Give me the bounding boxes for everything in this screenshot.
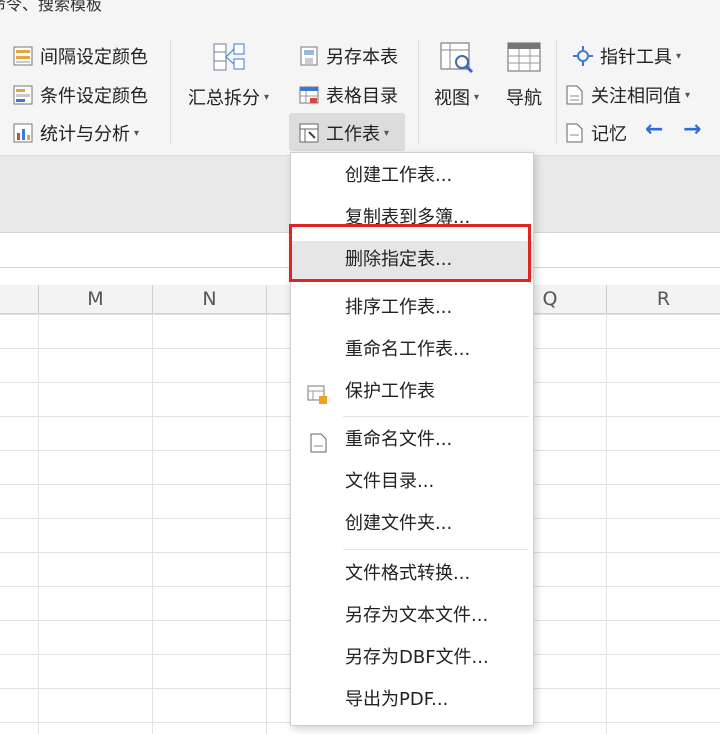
condition-color-label: 条件设定颜色 bbox=[40, 86, 148, 107]
same-value-icon bbox=[563, 84, 585, 106]
worksheet-button[interactable]: 工作表 ▾ bbox=[298, 120, 389, 146]
view-icon bbox=[438, 40, 476, 74]
menu-item-save-as-dbf[interactable]: 另存为DBF文件... bbox=[291, 639, 533, 677]
grid-line bbox=[266, 314, 267, 734]
interval-color-icon bbox=[12, 45, 34, 67]
menu-item-create-sheet[interactable]: 创建工作表... bbox=[291, 157, 533, 195]
dropdown-caret-icon: ▾ bbox=[384, 127, 390, 139]
memory-label: 记忆 bbox=[591, 124, 627, 145]
protect-sheet-icon bbox=[307, 382, 329, 404]
statistics-analysis-label: 统计与分析 bbox=[40, 124, 130, 145]
menu-separator bbox=[343, 416, 529, 417]
save-sheet-button[interactable]: 另存本表 bbox=[298, 43, 398, 69]
summary-split-label: 汇总拆分 bbox=[188, 88, 260, 109]
save-sheet-icon bbox=[298, 45, 320, 67]
column-header-n[interactable]: N bbox=[153, 285, 267, 313]
summary-split-button[interactable]: 汇总拆分 ▾ bbox=[188, 40, 269, 110]
rename-file-icon bbox=[307, 430, 329, 453]
interval-color-button[interactable]: 间隔设定颜色 bbox=[12, 43, 148, 69]
table-catalog-button[interactable]: 表格目录 bbox=[298, 82, 398, 108]
view-button[interactable]: 视图 ▾ bbox=[434, 40, 479, 110]
worksheet-label: 工作表 bbox=[326, 124, 380, 145]
highlight-box bbox=[289, 224, 531, 282]
dropdown-caret-icon: ▾ bbox=[676, 50, 682, 62]
same-value-label: 关注相同值 bbox=[591, 86, 681, 107]
view-label: 视图 bbox=[434, 88, 470, 109]
column-header-r[interactable]: R bbox=[607, 285, 720, 313]
menu-item-export-pdf[interactable]: 导出为PDF... bbox=[291, 681, 533, 719]
statistics-icon bbox=[12, 122, 34, 144]
grid-line bbox=[38, 314, 39, 734]
same-value-button[interactable]: 关注相同值 ▾ bbox=[563, 82, 690, 108]
menu-item-protect-sheet[interactable]: 保护工作表 bbox=[291, 373, 533, 411]
table-catalog-icon bbox=[298, 84, 320, 106]
pointer-tool-button[interactable]: 指针工具 ▾ bbox=[572, 43, 681, 69]
statistics-analysis-button[interactable]: 统计与分析 ▾ bbox=[12, 120, 139, 146]
column-header-blank bbox=[0, 285, 39, 313]
navigate-label: 导航 bbox=[506, 88, 542, 109]
ribbon-divider bbox=[170, 40, 171, 145]
grid-line bbox=[152, 314, 153, 734]
ribbon-divider bbox=[556, 40, 557, 145]
back-arrow-icon[interactable]: ← bbox=[645, 117, 663, 142]
menu-item-save-as-text[interactable]: 另存为文本文件... bbox=[291, 597, 533, 635]
ribbon-toolbar: 命令、搜索模板 间隔设定颜色 条件设定颜色 统计与分析 ▾ 汇总拆分 ▾ 另存本… bbox=[0, 0, 720, 156]
menu-item-convert-format[interactable]: 文件格式转换... bbox=[291, 555, 533, 593]
pointer-tool-label: 指针工具 bbox=[600, 47, 672, 68]
forward-arrow-icon[interactable]: → bbox=[683, 117, 701, 142]
dropdown-caret-icon: ▾ bbox=[474, 91, 480, 103]
navigate-icon bbox=[505, 40, 543, 74]
condition-color-button[interactable]: 条件设定颜色 bbox=[12, 82, 148, 108]
column-header-m[interactable]: M bbox=[39, 285, 153, 313]
dropdown-caret-icon: ▾ bbox=[685, 89, 691, 101]
ribbon-divider bbox=[418, 40, 419, 145]
dropdown-caret-icon: ▾ bbox=[134, 127, 140, 139]
summary-split-icon bbox=[210, 40, 248, 74]
menu-separator bbox=[343, 549, 529, 550]
menu-item-file-catalog[interactable]: 文件目录... bbox=[291, 463, 533, 501]
menu-item-rename-sheet[interactable]: 重命名工作表... bbox=[291, 331, 533, 369]
grid-line bbox=[606, 314, 607, 734]
command-search-hint: 命令、搜索模板 bbox=[0, 0, 103, 14]
memory-button[interactable]: 记忆 bbox=[563, 120, 627, 146]
menu-item-create-folder[interactable]: 创建文件夹... bbox=[291, 505, 533, 543]
navigate-button[interactable]: 导航 bbox=[505, 40, 543, 110]
memory-icon bbox=[563, 122, 585, 144]
worksheet-icon bbox=[298, 122, 320, 144]
menu-item-sort-sheets[interactable]: 排序工作表... bbox=[291, 289, 533, 327]
save-sheet-label: 另存本表 bbox=[326, 47, 398, 68]
dropdown-caret-icon: ▾ bbox=[264, 91, 270, 103]
condition-color-icon bbox=[12, 84, 34, 106]
pointer-tool-icon bbox=[572, 45, 594, 67]
interval-color-label: 间隔设定颜色 bbox=[40, 47, 148, 68]
table-catalog-label: 表格目录 bbox=[326, 86, 398, 107]
menu-item-rename-file[interactable]: 重命名文件... bbox=[291, 421, 533, 459]
